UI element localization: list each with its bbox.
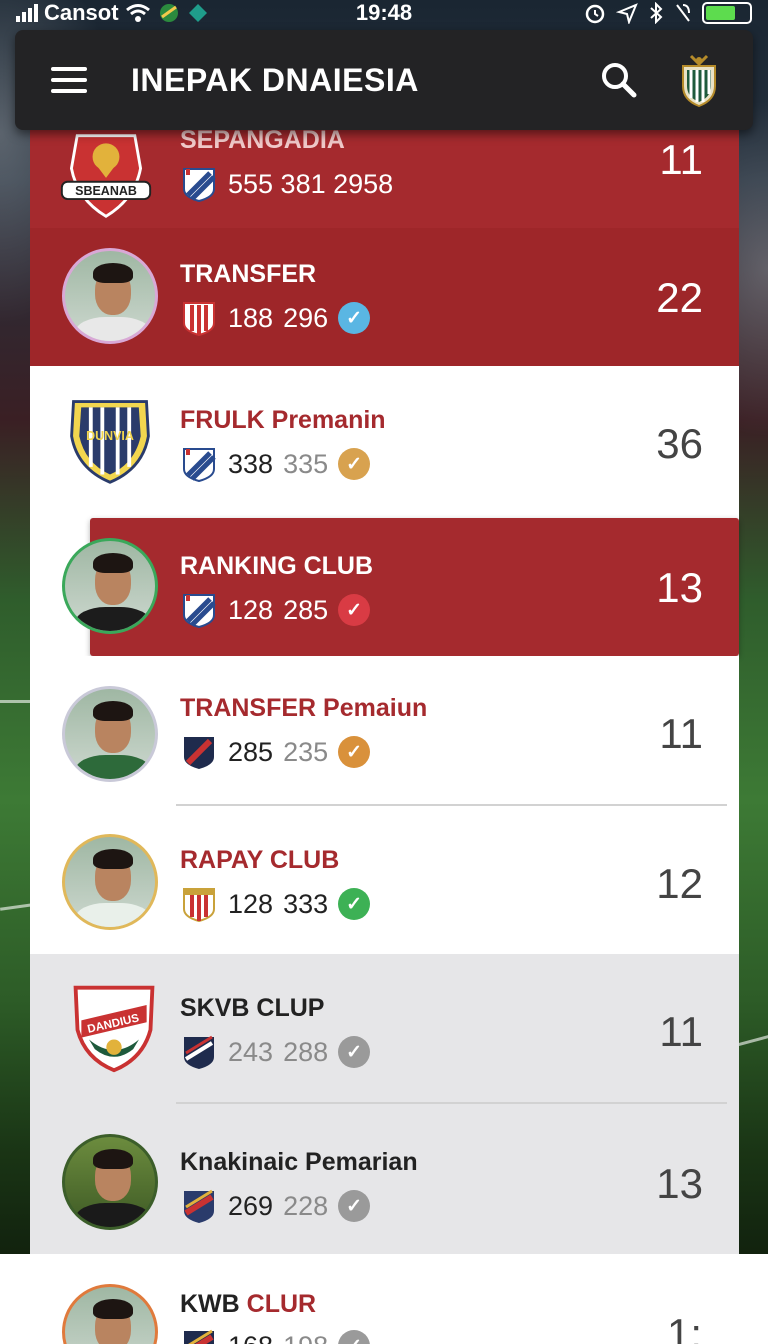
- check-icon: ✓: [338, 888, 371, 920]
- avatar: [62, 1134, 158, 1230]
- item-title: KWB: [180, 1290, 240, 1318]
- rank-number: 11: [659, 136, 703, 183]
- list-item[interactable]: RANKING CLUB 128 285 ✓ 13: [30, 516, 739, 656]
- item-stats: 168: [228, 1331, 273, 1344]
- item-title: CLUR: [246, 1290, 317, 1318]
- item-stats: 335: [283, 448, 329, 479]
- list-item[interactable]: RAPAY CLUB 128 333 ✓ 12: [30, 806, 739, 954]
- item-stats: 296: [283, 302, 329, 333]
- mini-club-icon: [184, 737, 214, 769]
- item-title: SKVB CLUP: [180, 994, 325, 1022]
- avatar: [62, 834, 158, 930]
- item-title: FRULK Premanin: [180, 406, 386, 434]
- item-stats: 128: [228, 594, 274, 625]
- item-stats: 269: [228, 1190, 274, 1221]
- battery-icon: [702, 2, 752, 24]
- mini-club-icon: [183, 168, 216, 203]
- check-icon: ✓: [338, 736, 371, 768]
- check-icon: ✓: [338, 1190, 371, 1222]
- item-title: TRANSFER: [180, 260, 317, 288]
- ranking-list: SBEANAB SEPANGADIA 555 381 2958 11 TRANS…: [30, 120, 739, 1254]
- check-icon: ✓: [338, 1036, 371, 1068]
- mini-club-icon: [183, 302, 215, 337]
- club-logo[interactable]: [675, 52, 723, 108]
- item-stats: 555 381 2958: [228, 168, 394, 199]
- app-header: INEPAK DNAIESIA: [15, 30, 753, 130]
- avatar: [62, 686, 158, 782]
- mini-club-icon: [184, 1329, 214, 1344]
- avatar: [62, 1284, 158, 1344]
- rank-number: 13: [656, 1160, 703, 1207]
- clock: 19:48: [355, 0, 413, 25]
- item-title: TRANSFER Pemaiun: [180, 694, 428, 722]
- list-item[interactable]: DUNVIA FRULK Premanin 338 335 ✓ 36: [30, 366, 739, 516]
- item-title: RAPAY CLUB: [180, 846, 340, 874]
- rank-number: 13: [656, 564, 703, 611]
- item-stats: 128: [228, 888, 274, 919]
- item-stats: 188: [228, 302, 274, 333]
- mini-club-icon: [183, 448, 216, 483]
- item-stats: 243: [228, 1036, 274, 1067]
- list-item[interactable]: KWB CLUR 168 198 ✓ 1:: [0, 1254, 768, 1344]
- rank-number: 12: [656, 860, 703, 907]
- rank-number: 11: [659, 1008, 703, 1055]
- item-stats: 333: [283, 888, 329, 919]
- check-icon: ✓: [338, 594, 371, 626]
- item-stats: 198: [283, 1331, 328, 1344]
- avatar: [62, 248, 158, 344]
- list-item[interactable]: Knakinaic Pemarian 269 228 ✓ 13: [30, 1104, 739, 1254]
- check-icon: ✓: [338, 448, 371, 480]
- item-title: SEPANGADIA: [180, 126, 345, 154]
- list-item[interactable]: TRANSFER Pemaiun 285 235 ✓ 11: [30, 656, 739, 806]
- club-crest: SBEANAB: [60, 134, 152, 218]
- mini-club-icon: [183, 594, 216, 629]
- club-crest: DUNVIA: [70, 400, 150, 484]
- list-item[interactable]: SBEANAB SEPANGADIA 555 381 2958 11: [30, 120, 739, 228]
- mini-club-icon: [184, 1189, 214, 1223]
- item-stats: 288: [283, 1036, 329, 1067]
- page-title: INEPAK DNAIESIA: [131, 61, 419, 98]
- rank-number: 11: [659, 710, 703, 757]
- status-bar: Cansot 19:48: [0, 0, 768, 26]
- item-stats: 228: [283, 1190, 329, 1221]
- club-crest: DANDIUS: [73, 985, 155, 1073]
- crest-text: SBEANAB: [75, 184, 137, 198]
- avatar: [62, 538, 158, 634]
- list-item[interactable]: DANDIUS SKVB CLUP 243 288 ✓ 11: [30, 954, 739, 1104]
- item-title: RANKING CLUB: [180, 552, 374, 580]
- menu-icon[interactable]: [51, 67, 87, 93]
- mini-club-icon: [183, 888, 215, 923]
- check-icon: ✓: [338, 1330, 371, 1344]
- mini-club-icon: [184, 1035, 214, 1069]
- verified-check-icon: ✓: [338, 302, 371, 334]
- rank-number: 1:: [666, 1310, 702, 1344]
- item-stats: 285: [283, 594, 329, 625]
- crest-text: DUNVIA: [86, 429, 134, 443]
- item-stats: 235: [283, 736, 329, 767]
- search-icon[interactable]: [599, 60, 639, 100]
- list-item[interactable]: TRANSFER 188 296 ✓ 22: [30, 228, 739, 366]
- rank-number: 36: [656, 420, 703, 467]
- item-stats: 338: [228, 448, 274, 479]
- rank-number: 22: [656, 274, 703, 321]
- item-stats: 285: [228, 736, 274, 767]
- item-title: Knakinaic Pemarian: [180, 1148, 418, 1176]
